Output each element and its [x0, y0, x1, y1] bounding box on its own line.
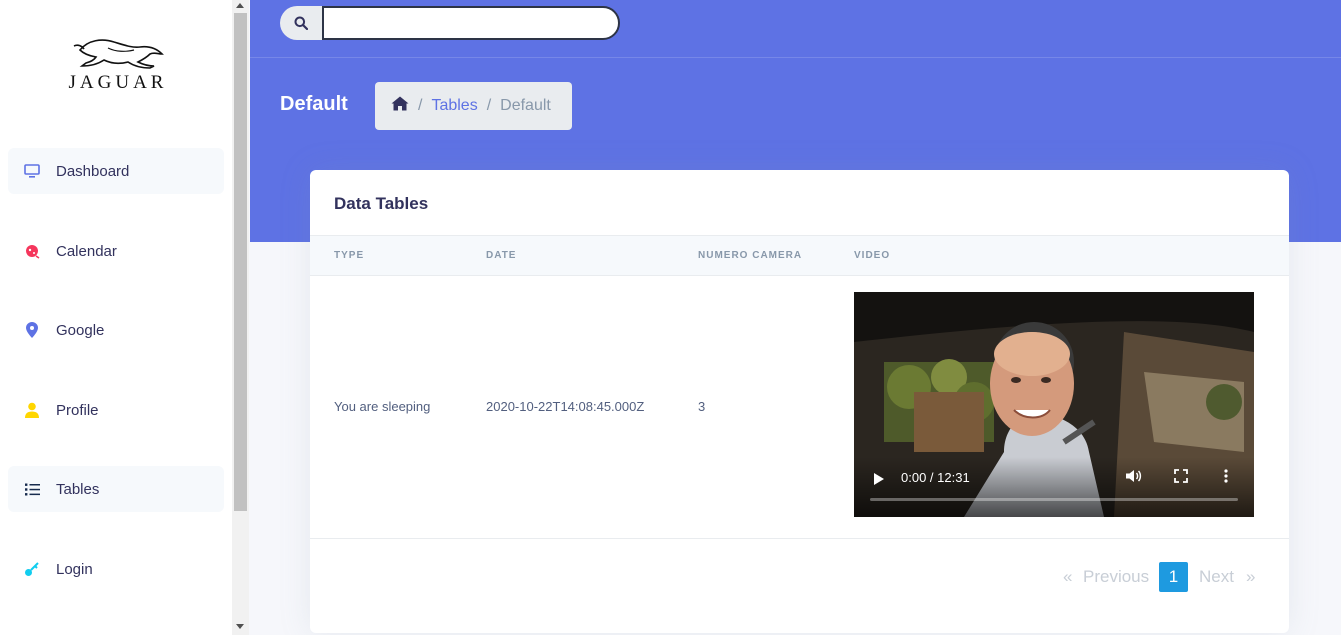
table-header: Type Date Numero camera Video	[310, 235, 1289, 276]
pagination-next[interactable]: Next	[1199, 561, 1234, 593]
search-form	[280, 6, 620, 40]
sidebar-item-label: Dashboard	[56, 162, 130, 180]
brand-logo[interactable]: JAGUAR	[58, 36, 178, 98]
breadcrumb-separator: /	[486, 97, 492, 114]
bullet-list-icon	[23, 480, 41, 498]
breadcrumb-current: Default	[500, 97, 551, 114]
pagination-previous[interactable]: Previous	[1083, 561, 1149, 593]
volume-icon[interactable]	[1126, 469, 1142, 488]
fullscreen-icon[interactable]	[1174, 469, 1188, 488]
page-title: Default	[280, 93, 348, 115]
search-icon[interactable]	[280, 6, 322, 40]
video-time: 0:00 / 12:31	[901, 470, 970, 485]
sidebar: JAGUAR Dashboard Calendar Google Profile…	[0, 0, 232, 635]
sidebar-item-dashboard[interactable]: Dashboard	[8, 148, 224, 194]
sidebar-item-calendar[interactable]: Calendar	[8, 228, 224, 274]
monitor-icon	[23, 162, 41, 180]
cell-type: You are sleeping	[334, 399, 431, 414]
cell-date: 2020-10-22T14:08:45.000Z	[486, 399, 645, 414]
sidebar-item-label: Calendar	[56, 242, 117, 260]
scrollbar-thumb[interactable]	[234, 13, 247, 511]
sidebar-item-label: Profile	[56, 401, 99, 419]
data-table-card: Data Tables Type Date Numero camera Vide…	[310, 170, 1289, 633]
search-input[interactable]	[322, 6, 620, 40]
breadcrumb-link-tables[interactable]: Tables	[431, 97, 477, 115]
video-player[interactable]: 0:00 / 12:31	[854, 292, 1254, 517]
sidebar-item-login[interactable]: Login	[8, 546, 224, 592]
scroll-down-arrow-icon[interactable]	[236, 624, 244, 629]
pagination-last[interactable]: »	[1246, 561, 1255, 593]
jaguar-leaper-icon	[73, 39, 164, 69]
video-progress-bar[interactable]	[870, 498, 1238, 501]
sidebar-item-label: Google	[56, 321, 105, 339]
pagination: « Previous 1 Next »	[310, 561, 1289, 593]
breadcrumb: / Tables / Default	[375, 82, 572, 130]
pin-icon	[23, 321, 41, 339]
sidebar-item-label: Tables	[56, 480, 100, 498]
navbar-divider	[250, 57, 1341, 58]
planet-icon	[23, 242, 41, 260]
home-icon[interactable]	[391, 96, 409, 116]
card-title: Data Tables	[334, 194, 429, 213]
play-icon[interactable]	[874, 473, 884, 485]
cell-camera: 3	[698, 399, 706, 414]
table-footer-divider	[310, 538, 1289, 539]
key-icon	[23, 560, 41, 578]
brand-name: JAGUAR	[68, 72, 168, 93]
pagination-first[interactable]: «	[1063, 561, 1072, 593]
column-header-camera: Numero camera	[698, 250, 803, 261]
sidebar-item-profile[interactable]: Profile	[8, 387, 224, 433]
column-header-video: Video	[854, 250, 891, 261]
user-icon	[23, 401, 41, 419]
breadcrumb-separator: /	[418, 97, 423, 114]
sidebar-item-google[interactable]: Google	[8, 307, 224, 353]
more-options-icon[interactable]	[1224, 469, 1228, 488]
column-header-type: Type	[334, 250, 365, 261]
column-header-date: Date	[486, 250, 517, 261]
video-controls: 0:00 / 12:31	[854, 457, 1254, 517]
sidebar-item-tables[interactable]: Tables	[8, 466, 224, 512]
scroll-up-arrow-icon[interactable]	[236, 3, 244, 8]
sidebar-item-label: Login	[56, 560, 93, 578]
pagination-page-current[interactable]: 1	[1159, 562, 1188, 592]
